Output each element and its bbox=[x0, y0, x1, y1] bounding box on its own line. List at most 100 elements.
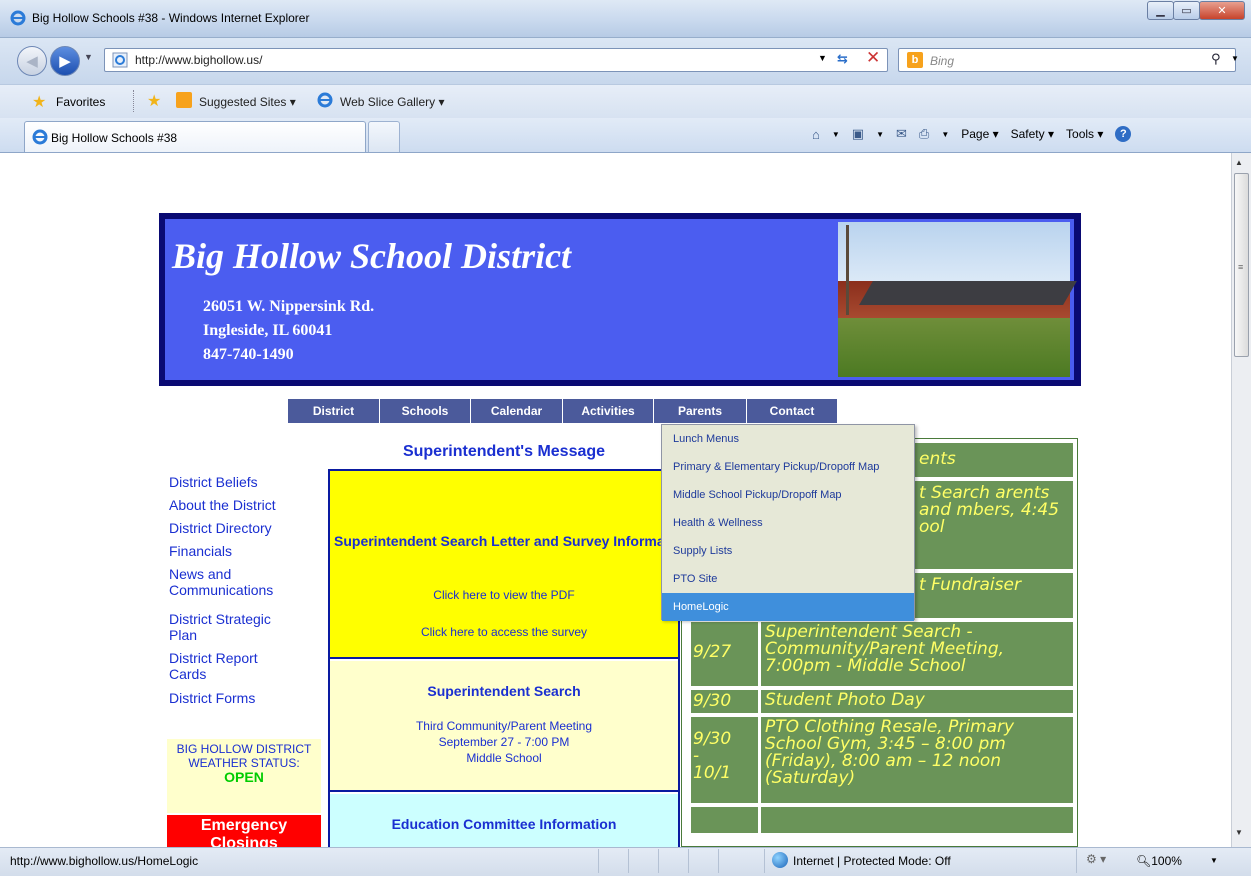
safety-menu[interactable]: Safety ▾ bbox=[1011, 127, 1054, 141]
dropdown-item-homelogic[interactable]: HomeLogic bbox=[662, 593, 914, 621]
event-date: 9/30 bbox=[691, 690, 758, 713]
sidebar-link-news[interactable]: News and Communications bbox=[169, 566, 299, 598]
menu-calendar[interactable]: Calendar bbox=[471, 399, 563, 423]
new-tab-button[interactable] bbox=[368, 121, 400, 152]
status-url: http://www.bighollow.us/HomeLogic bbox=[10, 854, 199, 868]
event-empty-cell bbox=[761, 807, 1073, 833]
sidebar-link-report-cards[interactable]: District Report Cards bbox=[169, 650, 289, 682]
event-text: Student Photo Day bbox=[761, 690, 1073, 713]
window-title: Big Hollow Schools #38 - Windows Interne… bbox=[32, 11, 310, 25]
recent-pages-dropdown-icon[interactable]: ▼ bbox=[84, 52, 93, 62]
search-icon[interactable]: ⚲ bbox=[1211, 51, 1221, 67]
sidebar-link-financials[interactable]: Financials bbox=[169, 543, 232, 559]
status-divider bbox=[764, 849, 765, 873]
search-card-line-2: September 27 - 7:00 PM bbox=[438, 735, 570, 749]
dropdown-item-health[interactable]: Health & Wellness bbox=[662, 509, 914, 537]
home-dropdown-icon[interactable]: ▼ bbox=[832, 130, 840, 139]
dropdown-item-pto-site[interactable]: PTO Site bbox=[662, 565, 914, 593]
access-survey-link[interactable]: Click here to access the survey bbox=[330, 625, 678, 640]
favorites-star-icon[interactable]: ★ bbox=[32, 92, 46, 112]
feeds-icon[interactable]: ▣ bbox=[852, 126, 864, 142]
help-icon[interactable]: ? bbox=[1115, 126, 1132, 142]
menu-activities[interactable]: Activities bbox=[563, 399, 654, 423]
web-slice-gallery-link[interactable]: Web Slice Gallery ▾ bbox=[340, 95, 445, 109]
minimize-button[interactable]: ▁ bbox=[1147, 1, 1174, 20]
page-menu[interactable]: Page ▾ bbox=[961, 127, 998, 141]
address-dropdown-icon[interactable]: ▼ bbox=[818, 53, 827, 63]
ie-icon bbox=[32, 129, 48, 145]
address-url[interactable]: http://www.bighollow.us/ bbox=[135, 53, 262, 67]
survey-card-title: Superintendent Search Letter and Survey … bbox=[334, 533, 691, 549]
menu-contact[interactable]: Contact bbox=[747, 399, 837, 423]
ie-icon bbox=[317, 92, 333, 108]
weather-status-label: BIG HOLLOW DISTRICT WEATHER STATUS: bbox=[176, 742, 312, 770]
page-icon bbox=[112, 52, 128, 68]
education-card-title[interactable]: Education Committee Information bbox=[330, 816, 678, 833]
print-icon[interactable]: ⎙ bbox=[919, 126, 929, 142]
menu-schools[interactable]: Schools bbox=[380, 399, 471, 423]
address-line-2: Ingleside, IL 60041 bbox=[203, 322, 333, 339]
ie-icon bbox=[10, 10, 26, 26]
back-button[interactable]: ◀ bbox=[17, 46, 47, 76]
status-divider bbox=[1076, 849, 1077, 873]
refresh-icon[interactable]: ⇆ bbox=[837, 51, 848, 67]
survey-card: Superintendent Search Letter and Survey … bbox=[330, 471, 690, 659]
sidebar-link-strategic-plan[interactable]: District Strategic Plan bbox=[169, 611, 299, 643]
security-zone-text[interactable]: Internet | Protected Mode: Off bbox=[793, 854, 951, 868]
address-line-1: 26051 W. Nippersink Rd. bbox=[203, 298, 375, 315]
tab-label[interactable]: Big Hollow Schools #38 bbox=[51, 131, 177, 145]
sidebar-link-district-beliefs[interactable]: District Beliefs bbox=[169, 474, 258, 490]
site-title: Big Hollow School District bbox=[172, 236, 572, 276]
phone-number: 847-740-1490 bbox=[203, 346, 294, 363]
sidebar-link-directory[interactable]: District Directory bbox=[169, 520, 272, 536]
event-text: Superintendent Search - Community/Parent… bbox=[761, 622, 1073, 686]
event-date: 9/27 bbox=[691, 622, 758, 686]
zoom-level[interactable]: 🔍︎100% bbox=[1136, 854, 1182, 868]
dropdown-item-lunch-menus[interactable]: Lunch Menus bbox=[662, 425, 914, 453]
status-divider bbox=[598, 849, 599, 873]
status-divider bbox=[628, 849, 629, 873]
mail-icon[interactable]: ✉ bbox=[896, 126, 907, 142]
maximize-button[interactable]: ▭ bbox=[1173, 1, 1200, 20]
sidebar-link-about[interactable]: About the District bbox=[169, 497, 276, 513]
forward-button[interactable]: ▶ bbox=[50, 46, 80, 76]
status-divider bbox=[658, 849, 659, 873]
home-icon[interactable]: ⌂ bbox=[812, 127, 820, 142]
parents-dropdown-menu: Lunch Menus Primary & Elementary Pickup/… bbox=[661, 424, 915, 621]
weather-status-value: OPEN bbox=[224, 769, 264, 785]
scroll-down-icon[interactable]: ▼ bbox=[1235, 828, 1243, 837]
menu-district[interactable]: District bbox=[288, 399, 380, 423]
sidebar-link-forms[interactable]: District Forms bbox=[169, 690, 255, 706]
superintendent-search-card: Superintendent Search Third Community/Pa… bbox=[330, 661, 678, 792]
weather-status-box: BIG HOLLOW DISTRICT WEATHER STATUS: OPEN bbox=[167, 739, 321, 813]
tools-menu[interactable]: Tools ▾ bbox=[1066, 127, 1103, 141]
dropdown-item-primary-map[interactable]: Primary & Elementary Pickup/Dropoff Map bbox=[662, 453, 914, 481]
suggested-sites-link[interactable]: Suggested Sites ▾ bbox=[199, 95, 296, 109]
feeds-dropdown-icon[interactable]: ▼ bbox=[876, 130, 884, 139]
search-input[interactable]: Bing bbox=[930, 54, 954, 68]
bing-icon: b bbox=[907, 52, 923, 68]
favorites-separator bbox=[133, 90, 134, 112]
scrollbar-grip-icon: ≡ bbox=[1238, 262, 1244, 272]
print-dropdown-icon[interactable]: ▼ bbox=[941, 130, 949, 139]
view-pdf-link[interactable]: Click here to view the PDF bbox=[330, 588, 678, 603]
search-card-line-3: Middle School bbox=[466, 751, 542, 765]
main-menu: District Schools Calendar Activities Par… bbox=[288, 399, 837, 423]
scroll-up-icon[interactable]: ▲ bbox=[1235, 158, 1243, 167]
emergency-closings-button[interactable]: Emergency Closings bbox=[167, 815, 321, 847]
privacy-icon[interactable]: ⚙ ▾ bbox=[1086, 852, 1106, 866]
search-options-dropdown-icon[interactable]: ▼ bbox=[1231, 54, 1239, 63]
status-divider bbox=[688, 849, 689, 873]
dropdown-item-middle-school-map[interactable]: Middle School Pickup/Dropoff Map bbox=[662, 481, 914, 509]
add-favorite-icon[interactable]: ★ bbox=[147, 91, 161, 111]
zoom-dropdown-icon[interactable]: ▼ bbox=[1210, 856, 1218, 865]
event-text: PTO Clothing Resale, Primary School Gym,… bbox=[761, 717, 1073, 803]
search-card-line-1: Third Community/Parent Meeting bbox=[415, 719, 593, 733]
menu-parents[interactable]: Parents bbox=[654, 399, 747, 423]
close-button[interactable]: ✕ bbox=[1199, 1, 1245, 20]
dropdown-item-supply-lists[interactable]: Supply Lists bbox=[662, 537, 914, 565]
status-divider bbox=[718, 849, 719, 873]
stop-icon[interactable]: ✕ bbox=[866, 48, 880, 68]
event-empty-cell bbox=[691, 807, 758, 833]
favorites-button[interactable]: Favorites bbox=[56, 95, 105, 109]
